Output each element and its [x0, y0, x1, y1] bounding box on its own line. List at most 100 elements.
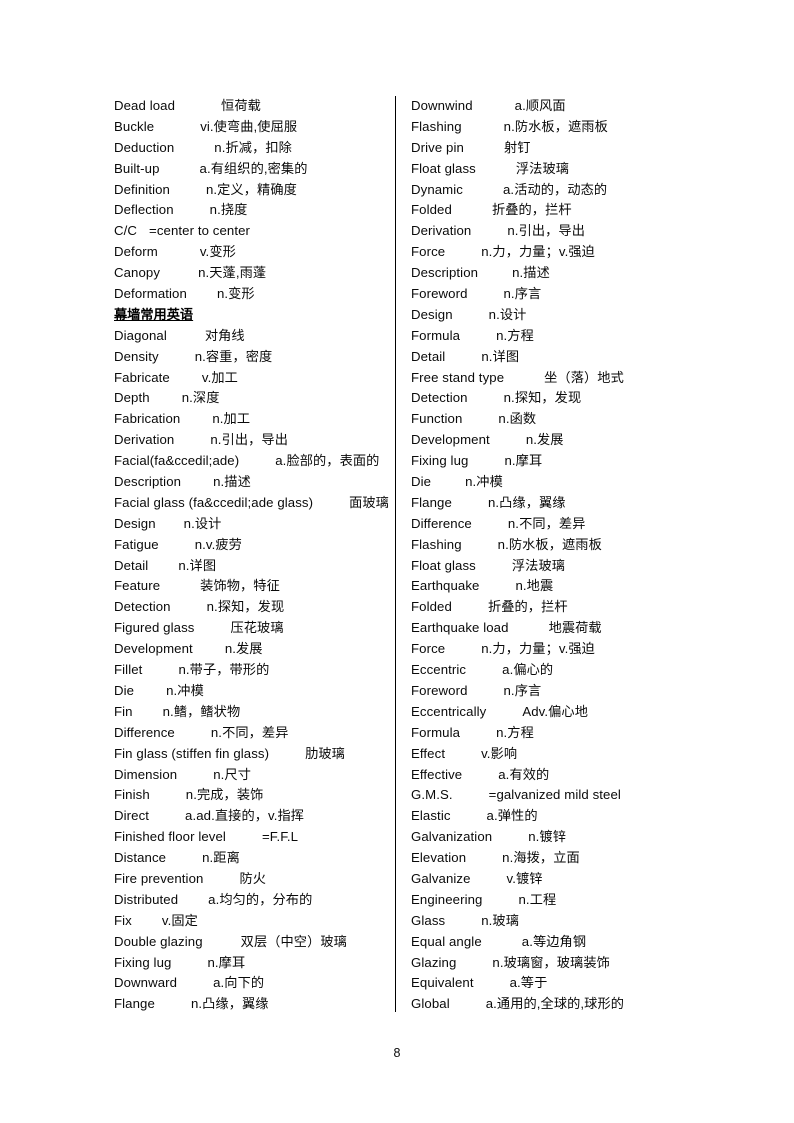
glossary-entry: Galvanize v.镀锌: [411, 869, 701, 890]
entry-definition: n.方程: [496, 724, 534, 740]
entry-term: Description: [411, 265, 479, 281]
glossary-entry: Effect v.影响: [411, 744, 701, 765]
entry-definition: n.序言: [503, 286, 542, 302]
glossary-entry: Float glass 浮法玻璃: [411, 159, 701, 180]
glossary-entry: Force n.力，力量；v.强迫: [411, 242, 701, 263]
entry-term: Derivation: [411, 223, 472, 239]
entry-term: Elevation: [411, 850, 467, 866]
entry-definition: v.固定: [161, 912, 198, 928]
entry-term: Fixing lug: [114, 954, 172, 970]
entry-term: Effective: [411, 766, 463, 782]
glossary-entry: Figured glass 压花玻璃: [114, 618, 395, 639]
entry-definition: 折叠的，拦杆: [487, 599, 568, 615]
entry-term: Distance: [114, 850, 167, 866]
glossary-entry: Fin glass (stiffen fin glass) 肋玻璃: [114, 744, 395, 765]
entry-definition: n.尺寸: [213, 766, 251, 782]
entry-term: Definition: [114, 181, 170, 197]
glossary-entry: Foreword n.序言: [411, 681, 701, 702]
entry-definition: n.设计: [183, 515, 222, 531]
entry-term: Engineering: [411, 891, 483, 907]
entry-definition: =center to center: [149, 223, 251, 239]
glossary-entry: Die n.冲模: [411, 472, 701, 493]
entry-term: Fillet: [114, 662, 143, 678]
glossary-entry: Drive pin 射钉: [411, 138, 701, 159]
entry-term: Distributed: [114, 891, 179, 907]
glossary-entry: Built-up a.有组织的,密集的: [114, 159, 395, 180]
entry-definition: n.加工: [212, 411, 251, 427]
glossary-column-left: Dead load 恒荷载 Buckle vi.使弯曲,使屈服 Deduction n.折…: [114, 96, 395, 1015]
glossary-entry: Deformation n.变形: [114, 284, 395, 305]
entry-term: Downwind: [411, 98, 473, 113]
glossary-entry: Effective a.有效的: [411, 765, 701, 786]
entry-term: Glazing: [411, 954, 457, 970]
entry-definition: 浮法玻璃: [511, 557, 566, 573]
entry-definition: n.发展: [224, 641, 263, 657]
glossary-entry: Fix v.固定: [114, 911, 395, 932]
glossary-entry: Fire prevention 防火: [114, 869, 395, 890]
entry-term: Derivation: [114, 432, 175, 448]
entry-term: Drive pin: [411, 139, 464, 155]
entry-term: Elastic: [411, 808, 451, 824]
entry-definition: n.设计: [488, 306, 527, 322]
entry-definition: n.不同，差异: [507, 515, 586, 531]
glossary-entry: Density n.容重，密度: [114, 347, 395, 368]
glossary-entry: Equal angle a.等边角钢: [411, 932, 701, 953]
entry-term: Direct: [114, 808, 150, 824]
entry-term: Design: [411, 306, 453, 322]
glossary-entry: Facial glass (fa&ccedil;ade glass) 面玻璃: [114, 493, 395, 514]
glossary-entry: Glazing n.玻璃窗，玻璃装饰: [411, 953, 701, 974]
entry-term: Fabricate: [114, 369, 170, 385]
entry-term: Float glass: [411, 160, 476, 176]
entry-term: Double glazing: [114, 933, 203, 949]
entry-definition: a.均匀的，分布的: [208, 891, 313, 907]
entry-definition: n.详图: [178, 557, 217, 573]
glossary-entry: Elevation n.海拨，立面: [411, 848, 701, 869]
entry-term: G.M.S.: [411, 787, 453, 803]
entry-term: Difference: [411, 515, 472, 531]
glossary-entry: Difference n.不同，差异: [411, 514, 701, 535]
glossary-entry: Development n.发展: [411, 430, 701, 451]
entry-definition: a.等于: [509, 975, 548, 991]
entry-definition: 对角线: [204, 327, 245, 343]
entry-definition: =F.F.L: [261, 829, 299, 845]
glossary-entry: Finish n.完成，装饰: [114, 785, 395, 806]
entry-term: Detection: [114, 599, 171, 615]
glossary-entry: Deflection n.挠度: [114, 200, 395, 221]
glossary-entry: Engineering n.工程: [411, 890, 701, 911]
entry-term: Folded: [411, 599, 452, 615]
entry-term: Equal angle: [411, 933, 482, 949]
entry-definition: 肋玻璃: [305, 745, 345, 761]
glossary-entry: Feature 装饰物，特征: [114, 576, 395, 597]
entry-definition: n.冲模: [465, 474, 503, 490]
entry-term: Description: [114, 474, 182, 490]
glossary-entry: Elastic a.弹性的: [411, 806, 701, 827]
entry-definition: n.序言: [503, 682, 542, 698]
entry-term: Detail: [411, 348, 446, 364]
glossary-entry: Fabricate v.加工: [114, 368, 395, 389]
entry-definition: a.脸部的，表面的: [275, 453, 380, 469]
entry-term: Fabrication: [114, 411, 181, 427]
glossary-entry: Flashing n.防水板，遮雨板: [411, 535, 701, 556]
entry-term: Formula: [411, 327, 461, 343]
entry-definition: n.描述: [213, 474, 251, 490]
entry-term: Fin glass (stiffen fin glass): [114, 745, 270, 761]
entry-term: Fatigue: [114, 536, 159, 552]
glossary-entry: Formula n.方程: [411, 326, 701, 347]
glossary-entry: Fin n.鳍，鳍状物: [114, 702, 395, 723]
glossary-entry: Global a.通用的,全球的,球形的: [411, 994, 701, 1015]
entry-term: Deduction: [114, 139, 175, 155]
entry-term: Finished floor level: [114, 829, 226, 845]
entry-definition: v.变形: [199, 244, 236, 260]
entry-definition: 双层（中空）玻璃: [240, 933, 347, 949]
glossary-entry: Distance n.距离: [114, 848, 395, 869]
entry-definition: n.镀锌: [528, 829, 566, 845]
entry-definition: n.玻璃: [481, 912, 519, 928]
glossary-entry: Foreword n.序言: [411, 284, 701, 305]
entry-definition: n.防水板，遮雨板: [497, 536, 602, 552]
entry-definition: n.力，力量；v.强迫: [481, 641, 595, 657]
glossary-entry: Flange n.凸缘，翼缘: [411, 493, 701, 514]
entry-definition: n.探知，发现: [206, 599, 285, 615]
entry-term: Figured glass: [114, 620, 195, 636]
glossary-entry: Buckle vi.使弯曲,使屈服: [114, 117, 395, 138]
entry-term: Fix: [114, 912, 132, 928]
